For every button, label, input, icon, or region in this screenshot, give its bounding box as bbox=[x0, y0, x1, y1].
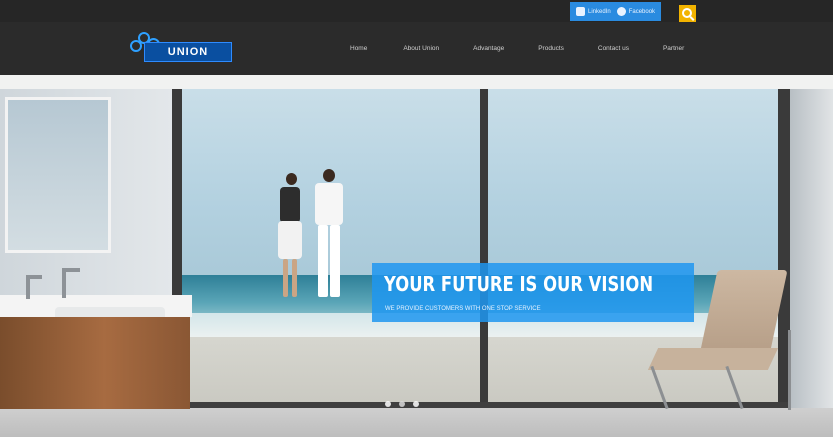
slider-dots bbox=[385, 401, 419, 407]
logo[interactable]: UNION bbox=[130, 32, 234, 62]
woman-figure bbox=[272, 173, 308, 303]
faucet bbox=[26, 275, 42, 279]
linkedin-link[interactable]: LinkedIn bbox=[576, 7, 611, 16]
nav-item-partner[interactable]: Partner bbox=[663, 45, 684, 52]
window-frame bbox=[480, 89, 488, 404]
ceiling bbox=[0, 75, 833, 89]
faucet bbox=[62, 268, 66, 298]
page: LinkedIn Facebook UNION Home About Union… bbox=[0, 0, 833, 437]
linkedin-icon bbox=[576, 7, 585, 16]
nav-item-contact[interactable]: Contact us bbox=[598, 45, 629, 52]
nav-item-products[interactable]: Products bbox=[538, 45, 564, 52]
mirror bbox=[5, 97, 111, 253]
search-button[interactable] bbox=[679, 5, 696, 22]
hero-title: YOUR FUTURE IS OUR VISION bbox=[384, 272, 654, 296]
hero-slider: YOUR FUTURE IS OUR VISION WE PROVIDE CUS… bbox=[0, 75, 833, 437]
main-nav: UNION Home About Union Advantage Product… bbox=[0, 22, 833, 75]
logo-box: UNION bbox=[144, 42, 232, 62]
facebook-icon bbox=[616, 7, 626, 16]
logo-text: UNION bbox=[167, 46, 209, 58]
social-links: LinkedIn Facebook bbox=[570, 2, 662, 21]
nav-menu: Home About Union Advantage Products Cont… bbox=[350, 22, 684, 75]
nav-item-about[interactable]: About Union bbox=[403, 45, 439, 52]
facebook-label: Facebook bbox=[628, 8, 656, 15]
man-figure bbox=[308, 169, 352, 303]
facebook-link[interactable]: Facebook bbox=[616, 7, 656, 16]
faucet bbox=[62, 268, 80, 272]
hero-caption: YOUR FUTURE IS OUR VISION WE PROVIDE CUS… bbox=[372, 263, 694, 322]
nav-item-home[interactable]: Home bbox=[350, 45, 367, 52]
hero-subtitle: WE PROVIDE CUSTOMERS WITH ONE STOP SERVI… bbox=[385, 306, 541, 312]
wooden-vanity bbox=[0, 317, 190, 409]
top-bar: LinkedIn Facebook bbox=[0, 0, 833, 22]
linkedin-label: LinkedIn bbox=[588, 8, 611, 15]
slide-dot[interactable] bbox=[413, 401, 419, 407]
slide-dot[interactable] bbox=[385, 401, 391, 407]
nav-item-advantage[interactable]: Advantage bbox=[473, 45, 504, 52]
slide-dot-active[interactable] bbox=[399, 401, 405, 407]
search-icon bbox=[681, 7, 692, 18]
